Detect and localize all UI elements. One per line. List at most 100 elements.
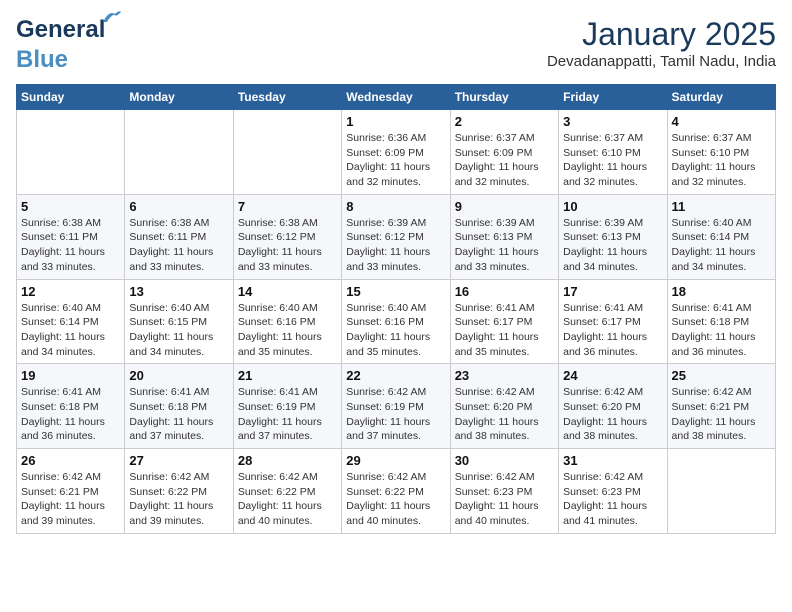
day-info: Sunrise: 6:42 AM Sunset: 6:22 PM Dayligh… (346, 470, 445, 529)
calendar-cell: 6 Sunrise: 6:38 AM Sunset: 6:11 PM Daylig… (125, 194, 233, 279)
day-number: 17 (563, 284, 662, 299)
calendar-header-row: SundayMondayTuesdayWednesdayThursdayFrid… (17, 85, 776, 110)
day-number: 9 (455, 199, 554, 214)
calendar-cell: 28Sunrise: 6:42 AM Sunset: 6:22 PM Dayli… (233, 449, 341, 534)
weekday-header-friday: Friday (559, 85, 667, 110)
day-number: 3 (563, 114, 662, 129)
calendar-cell: 27 Sunrise: 6:42 AM Sunset: 6:22 PM Dayli… (125, 449, 233, 534)
calendar-cell: 14Sunrise: 6:40 AM Sunset: 6:16 PM Dayli… (233, 279, 341, 364)
day-info: Sunrise: 6:40 AM Sunset: 6:14 PM Dayligh… (672, 216, 771, 275)
day-info: Sunrise: 6:42 AM Sunset: 6:19 PM Dayligh… (346, 385, 445, 444)
calendar-cell: 9Sunrise: 6:39 AM Sunset: 6:13 PM Daylig… (450, 194, 558, 279)
calendar-cell: 7 Sunrise: 6:38 AM Sunset: 6:12 PM Daylig… (233, 194, 341, 279)
day-number: 28 (238, 453, 337, 468)
day-number: 27 (129, 453, 228, 468)
calendar-cell: 12Sunrise: 6:40 AM Sunset: 6:14 PM Dayli… (17, 279, 125, 364)
day-info: Sunrise: 6:42 AM Sunset: 6:21 PM Dayligh… (21, 470, 120, 529)
day-info: Sunrise: 6:39 AM Sunset: 6:13 PM Dayligh… (563, 216, 662, 275)
day-info: Sunrise: 6:39 AM Sunset: 6:12 PM Dayligh… (346, 216, 445, 275)
day-number: 26 (21, 453, 120, 468)
calendar-cell: 23 Sunrise: 6:42 AM Sunset: 6:20 PM Dayli… (450, 364, 558, 449)
day-number: 8 (346, 199, 445, 214)
day-info: Sunrise: 6:40 AM Sunset: 6:16 PM Dayligh… (346, 301, 445, 360)
day-number: 1 (346, 114, 445, 129)
day-number: 6 (129, 199, 228, 214)
calendar-cell (125, 110, 233, 195)
calendar-cell (17, 110, 125, 195)
calendar-week-2: 5 Sunrise: 6:38 AM Sunset: 6:11 PM Daylig… (17, 194, 776, 279)
day-number: 20 (129, 368, 228, 383)
calendar-cell (667, 449, 775, 534)
calendar-cell: 20 Sunrise: 6:41 AM Sunset: 6:18 PM Dayli… (125, 364, 233, 449)
day-info: Sunrise: 6:41 AM Sunset: 6:19 PM Dayligh… (238, 385, 337, 444)
day-info: Sunrise: 6:41 AM Sunset: 6:18 PM Dayligh… (672, 301, 771, 360)
day-number: 11 (672, 199, 771, 214)
calendar-cell: 21Sunrise: 6:41 AM Sunset: 6:19 PM Dayli… (233, 364, 341, 449)
day-number: 7 (238, 199, 337, 214)
day-info: Sunrise: 6:41 AM Sunset: 6:18 PM Dayligh… (21, 385, 120, 444)
day-number: 25 (672, 368, 771, 383)
day-number: 29 (346, 453, 445, 468)
day-number: 24 (563, 368, 662, 383)
logo-bird-icon (101, 8, 123, 26)
day-number: 18 (672, 284, 771, 299)
day-info: Sunrise: 6:42 AM Sunset: 6:23 PM Dayligh… (455, 470, 554, 529)
day-info: Sunrise: 6:41 AM Sunset: 6:18 PM Dayligh… (129, 385, 228, 444)
day-number: 31 (563, 453, 662, 468)
day-info: Sunrise: 6:42 AM Sunset: 6:20 PM Dayligh… (455, 385, 554, 444)
day-info: Sunrise: 6:41 AM Sunset: 6:17 PM Dayligh… (455, 301, 554, 360)
day-number: 22 (346, 368, 445, 383)
day-info: Sunrise: 6:42 AM Sunset: 6:21 PM Dayligh… (672, 385, 771, 444)
calendar-cell: 2Sunrise: 6:37 AM Sunset: 6:09 PM Daylig… (450, 110, 558, 195)
calendar-cell: 5 Sunrise: 6:38 AM Sunset: 6:11 PM Daylig… (17, 194, 125, 279)
calendar-cell (233, 110, 341, 195)
calendar-cell: 13Sunrise: 6:40 AM Sunset: 6:15 PM Dayli… (125, 279, 233, 364)
month-title: January 2025 (547, 16, 776, 53)
calendar-cell: 24 Sunrise: 6:42 AM Sunset: 6:20 PM Dayli… (559, 364, 667, 449)
page-header: General Blue January 2025 Devadanappatti… (16, 16, 776, 74)
day-number: 14 (238, 284, 337, 299)
day-info: Sunrise: 6:40 AM Sunset: 6:15 PM Dayligh… (129, 301, 228, 360)
day-number: 23 (455, 368, 554, 383)
calendar-cell: 31Sunrise: 6:42 AM Sunset: 6:23 PM Dayli… (559, 449, 667, 534)
day-info: Sunrise: 6:37 AM Sunset: 6:09 PM Dayligh… (455, 131, 554, 190)
day-number: 5 (21, 199, 120, 214)
day-info: Sunrise: 6:38 AM Sunset: 6:12 PM Dayligh… (238, 216, 337, 275)
day-number: 15 (346, 284, 445, 299)
calendar-cell: 1 Sunrise: 6:36 AM Sunset: 6:09 PM Daylig… (342, 110, 450, 195)
day-number: 4 (672, 114, 771, 129)
day-number: 30 (455, 453, 554, 468)
calendar-cell: 25 Sunrise: 6:42 AM Sunset: 6:21 PM Dayli… (667, 364, 775, 449)
day-info: Sunrise: 6:37 AM Sunset: 6:10 PM Dayligh… (672, 131, 771, 190)
weekday-header-wednesday: Wednesday (342, 85, 450, 110)
calendar-cell: 10Sunrise: 6:39 AM Sunset: 6:13 PM Dayli… (559, 194, 667, 279)
logo-blue: Blue (16, 46, 68, 74)
calendar-cell: 15 Sunrise: 6:40 AM Sunset: 6:16 PM Dayli… (342, 279, 450, 364)
day-number: 19 (21, 368, 120, 383)
title-block: January 2025 Devadanappatti, Tamil Nadu,… (547, 16, 776, 70)
calendar-cell: 8 Sunrise: 6:39 AM Sunset: 6:12 PM Daylig… (342, 194, 450, 279)
day-info: Sunrise: 6:36 AM Sunset: 6:09 PM Dayligh… (346, 131, 445, 190)
calendar-cell: 30 Sunrise: 6:42 AM Sunset: 6:23 PM Dayli… (450, 449, 558, 534)
calendar-week-5: 26 Sunrise: 6:42 AM Sunset: 6:21 PM Dayli… (17, 449, 776, 534)
calendar-cell: 16 Sunrise: 6:41 AM Sunset: 6:17 PM Dayli… (450, 279, 558, 364)
calendar: SundayMondayTuesdayWednesdayThursdayFrid… (16, 84, 776, 534)
day-info: Sunrise: 6:40 AM Sunset: 6:14 PM Dayligh… (21, 301, 120, 360)
day-info: Sunrise: 6:42 AM Sunset: 6:20 PM Dayligh… (563, 385, 662, 444)
calendar-cell: 18 Sunrise: 6:41 AM Sunset: 6:18 PM Dayli… (667, 279, 775, 364)
day-info: Sunrise: 6:37 AM Sunset: 6:10 PM Dayligh… (563, 131, 662, 190)
calendar-cell: 11 Sunrise: 6:40 AM Sunset: 6:14 PM Dayli… (667, 194, 775, 279)
calendar-cell: 4 Sunrise: 6:37 AM Sunset: 6:10 PM Daylig… (667, 110, 775, 195)
day-info: Sunrise: 6:38 AM Sunset: 6:11 PM Dayligh… (21, 216, 120, 275)
calendar-cell: 3 Sunrise: 6:37 AM Sunset: 6:10 PM Daylig… (559, 110, 667, 195)
day-info: Sunrise: 6:38 AM Sunset: 6:11 PM Dayligh… (129, 216, 228, 275)
calendar-week-1: 1 Sunrise: 6:36 AM Sunset: 6:09 PM Daylig… (17, 110, 776, 195)
logo: General Blue (16, 16, 105, 74)
day-info: Sunrise: 6:42 AM Sunset: 6:22 PM Dayligh… (129, 470, 228, 529)
weekday-header-saturday: Saturday (667, 85, 775, 110)
calendar-week-4: 19 Sunrise: 6:41 AM Sunset: 6:18 PM Dayli… (17, 364, 776, 449)
logo-general: General (16, 16, 105, 43)
location: Devadanappatti, Tamil Nadu, India (547, 53, 776, 70)
calendar-week-3: 12Sunrise: 6:40 AM Sunset: 6:14 PM Dayli… (17, 279, 776, 364)
day-number: 16 (455, 284, 554, 299)
